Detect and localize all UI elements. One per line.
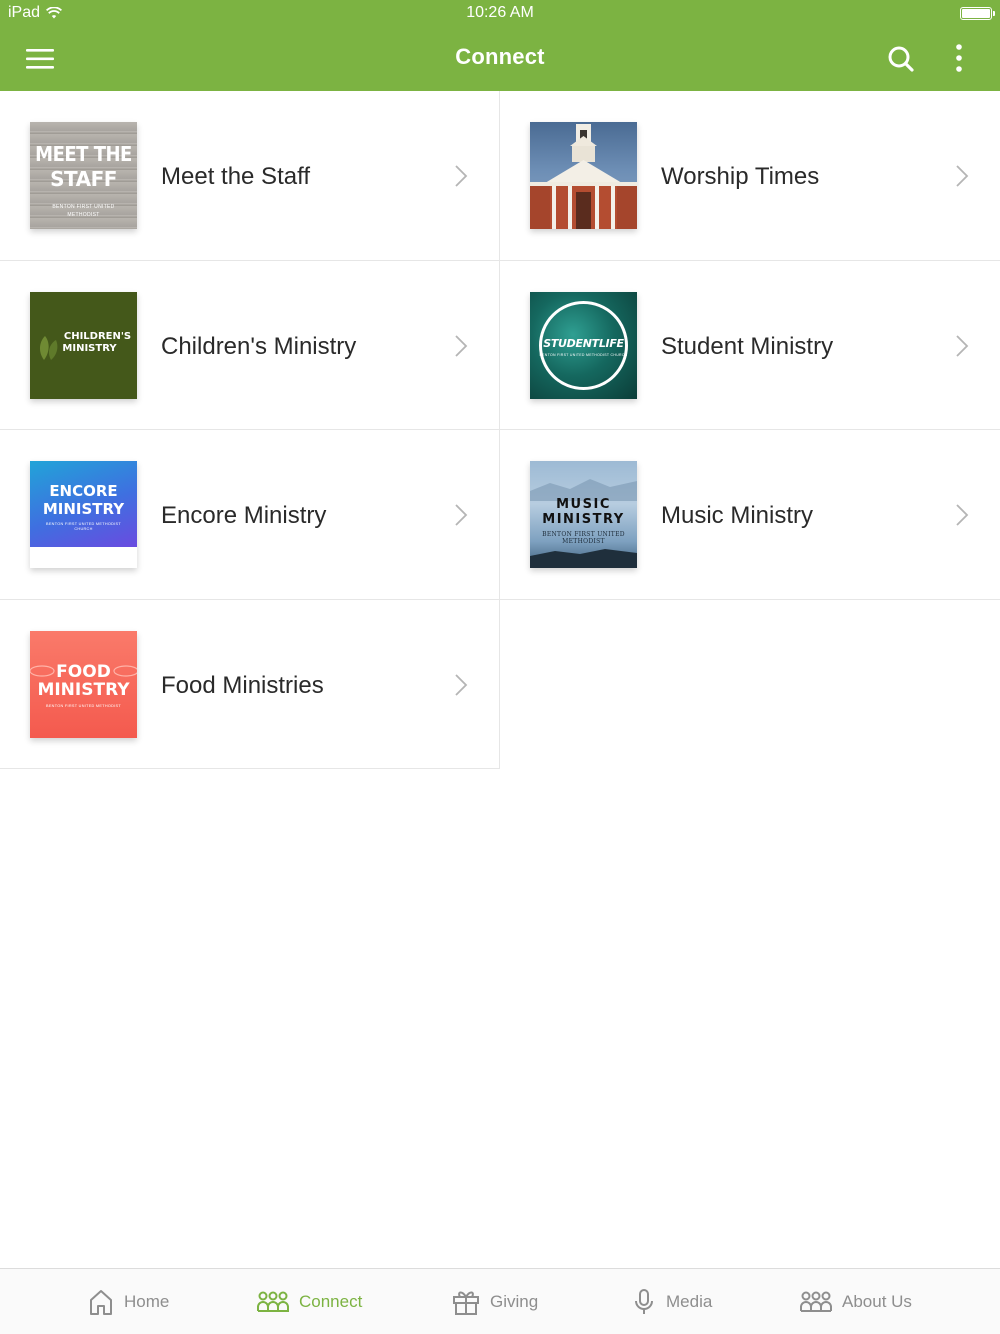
search-button[interactable] [884, 42, 918, 76]
home-icon [90, 1290, 112, 1315]
tile-music-ministry[interactable]: MUSIC MINISTRY BENTON FIRST UNITED METHO… [500, 430, 1000, 600]
worship-times-image [530, 122, 637, 229]
page-title: Connect [455, 44, 545, 69]
church-steeple-image [530, 124, 637, 229]
meet-the-staff-image: MEET THE STAFF BENTON FIRST UNITED METHO… [30, 122, 137, 229]
tile-label: Worship Times [661, 163, 820, 190]
tab-giving[interactable]: Giving [452, 1285, 538, 1319]
thumb-line1: ENCORE [49, 482, 118, 500]
thumb-line1: STUDENTLIFE [543, 336, 624, 350]
bottom-tab-bar: Home Connect Giving Media About Us [0, 1268, 1000, 1334]
thumb-sub1: BENTON FIRST UNITED METHODIST CHURCH [539, 352, 628, 357]
thumb-line2: MINISTRY [37, 679, 130, 700]
tile-label: Music Ministry [661, 502, 814, 529]
tab-label: About Us [842, 1292, 912, 1311]
thumb-line1: CHILDREN'S [63, 330, 132, 342]
thumb-sub1: BENTON FIRST UNITED [52, 204, 115, 210]
app-header: iPad 10:26 AM Connect [0, 0, 1000, 91]
people-icon [257, 1291, 289, 1312]
thumb-line2: STAFF [50, 167, 117, 191]
tab-label: Media [666, 1292, 713, 1311]
tile-worship-times[interactable]: Worship Times [500, 91, 1000, 261]
status-bar: iPad 10:26 AM [0, 0, 1000, 28]
tab-label: Home [124, 1292, 170, 1311]
connect-grid: MEET THE STAFF BENTON FIRST UNITED METHO… [0, 91, 1000, 769]
thumb-sub1: BENTON FIRST UNITED [542, 531, 625, 538]
encore-ministry-image: ENCORE MINISTRY BENTON FIRST UNITED METH… [30, 461, 137, 568]
chevron-right-icon [455, 504, 468, 526]
tile-encore-ministry[interactable]: ENCORE MINISTRY BENTON FIRST UNITED METH… [0, 430, 500, 600]
tab-label: Connect [299, 1292, 363, 1311]
tile-label: Food Ministries [161, 671, 324, 699]
thumb-line2: MINISTRY [42, 500, 125, 518]
more-options-button[interactable] [944, 42, 974, 76]
tile-label: Children's Ministry [161, 332, 357, 360]
childrens-ministry-image: CHILDREN'S MINISTRY [30, 291, 137, 399]
search-icon [888, 46, 914, 72]
tile-student-ministry[interactable]: STUDENTLIFE BENTON FIRST UNITED METHODIS… [500, 260, 1000, 430]
chevron-right-icon [956, 165, 969, 187]
thumb-sub1: BENTON FIRST UNITED METHODIST [45, 703, 121, 708]
tile-meet-the-staff[interactable]: MEET THE STAFF BENTON FIRST UNITED METHO… [0, 91, 500, 261]
tab-media[interactable]: Media [632, 1285, 712, 1319]
music-ministry-image: MUSIC MINISTRY BENTON FIRST UNITED METHO… [530, 461, 637, 568]
chevron-right-icon [455, 334, 468, 357]
tile-label: Student Ministry [661, 332, 834, 360]
microphone-icon [635, 1289, 653, 1314]
thumb-sub2: CHURCH [74, 527, 93, 531]
battery-icon [960, 7, 995, 20]
tab-about-us[interactable]: About Us [800, 1285, 912, 1319]
tab-home[interactable]: Home [88, 1285, 169, 1319]
more-vertical-icon [956, 44, 962, 72]
thumb-sub1: BENTON FIRST UNITED METHODIST [45, 522, 121, 526]
thumb-sub2: METHODIST [562, 538, 605, 545]
people-icon [800, 1291, 832, 1312]
thumb-sub2: METHODIST [67, 212, 100, 218]
status-time: 10:26 AM [466, 4, 534, 21]
tile-label: Meet the Staff [161, 163, 310, 190]
thumb-line1: MUSIC [556, 497, 611, 512]
chevron-right-icon [455, 673, 468, 696]
thumb-line2: MINISTRY [542, 512, 625, 527]
chevron-right-icon [956, 504, 969, 526]
tab-connect[interactable]: Connect [257, 1285, 362, 1319]
chevron-right-icon [455, 165, 468, 187]
student-ministry-image: STUDENTLIFE BENTON FIRST UNITED METHODIS… [530, 291, 637, 399]
tile-food-ministries[interactable]: FOOD MINISTRY BENTON FIRST UNITED METHOD… [0, 599, 500, 769]
tile-childrens-ministry[interactable]: CHILDREN'S MINISTRY Children's Ministry [0, 260, 500, 430]
thumb-line1: FOOD [56, 661, 111, 682]
food-ministry-image: FOOD MINISTRY BENTON FIRST UNITED METHOD… [30, 630, 137, 738]
thumb-line2: MINISTRY [62, 342, 117, 354]
tab-label: Giving [490, 1292, 539, 1311]
tile-label: Encore Ministry [161, 502, 327, 529]
gift-icon [453, 1291, 479, 1315]
chevron-right-icon [956, 334, 969, 357]
thumb-line1: MEET THE [35, 142, 132, 166]
